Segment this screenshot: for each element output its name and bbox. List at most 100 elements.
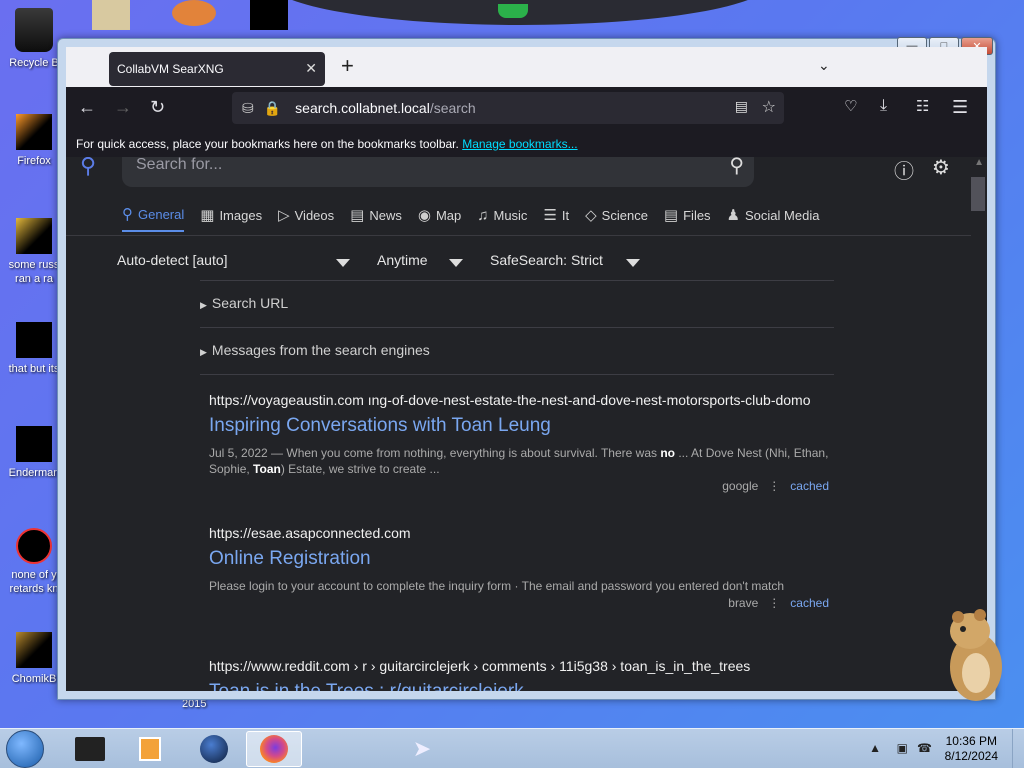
desktop-icon-top-1[interactable] [92, 0, 130, 30]
chevron-down-icon[interactable] [449, 259, 463, 267]
newspaper-icon: ▤ [350, 207, 365, 224]
cached-link[interactable]: cached [790, 596, 829, 610]
search-url-toggle[interactable]: ▶ Search URL [200, 295, 288, 311]
divider [200, 327, 834, 328]
search-input[interactable]: Search for... ⚲ [122, 157, 754, 187]
pocket-icon[interactable]: ♡ [844, 97, 857, 115]
taskbar-app-1[interactable] [62, 731, 118, 767]
reload-button[interactable]: ↻ [150, 97, 165, 118]
tab-music[interactable]: ♫ Music [477, 205, 527, 232]
start-button[interactable] [6, 730, 44, 768]
time-range-select[interactable]: Anytime [377, 252, 428, 268]
searxng-logo-icon[interactable]: ⚲ [80, 157, 96, 179]
result-url[interactable]: https://esae.asapconnected.com [209, 525, 829, 541]
tab-title: CollabVM SearXNG [117, 62, 224, 76]
terminal-icon [75, 737, 105, 761]
cached-link[interactable]: cached [790, 479, 829, 493]
result-snippet: Please login to your account to complete… [209, 579, 785, 593]
tab-files[interactable]: ▤ Files [664, 205, 711, 232]
firefox-icon [260, 735, 288, 763]
engine-name: brave [728, 596, 759, 610]
recycle-bin-icon [15, 8, 53, 52]
browser-window: — □ ✕ CollabVM SearXNG ✕ + ⌄ ← → ↻ ⛁ 🔒 s… [57, 37, 996, 700]
taskbar-media-player[interactable] [122, 731, 178, 767]
triangle-right-icon: ▶ [200, 300, 207, 310]
clock[interactable]: 10:36 PM 8/12/2024 [945, 734, 998, 764]
volume-icon[interactable]: ☎ [917, 741, 932, 755]
chevron-down-icon[interactable] [336, 259, 350, 267]
search-placeholder: Search for... [136, 157, 223, 173]
search-result: https://esae.asapconnected.com Online Re… [209, 525, 829, 610]
taskbar-app-3[interactable] [186, 731, 242, 767]
result-url[interactable]: https://www.reddit.com › r › guitarcircl… [209, 658, 829, 674]
bookmarks-hint: For quick access, place your bookmarks h… [76, 137, 459, 151]
taskbar-firefox[interactable] [246, 731, 302, 767]
category-tabs: ⚲ General ▦ Images ▷ Videos ▤ News ◉ Map ♫ Mus… [122, 205, 835, 232]
url-text: search.collabnet.local/search [295, 100, 476, 116]
result-snippet: Jul 5, 2022 — When you come from nothing… [209, 446, 829, 476]
tab-news[interactable]: ▤ News [350, 205, 402, 232]
shield-icon[interactable]: ⛁ [242, 100, 254, 117]
language-select[interactable]: Auto-detect [auto] [117, 252, 228, 268]
chevron-down-icon[interactable] [626, 259, 640, 267]
tab-social-media[interactable]: ♟ Social Media [727, 205, 820, 232]
scroll-up-icon[interactable]: ▲ [974, 157, 984, 168]
result-url[interactable]: https://voyageaustin.com ıng-of-dove-nes… [209, 392, 829, 408]
files-icon: ▤ [663, 207, 679, 224]
science-icon: ◇ [585, 207, 597, 224]
tab-close-icon[interactable]: ✕ [305, 60, 317, 77]
safesearch-select[interactable]: SafeSearch: Strict [490, 252, 603, 268]
search-icon[interactable]: ⚲ [729, 157, 744, 180]
reader-view-icon[interactable]: ▤ [735, 98, 748, 115]
tab-images[interactable]: ▦ Images [200, 205, 262, 232]
desktop-top-decoration [270, 0, 770, 25]
tab-it[interactable]: ☰ It [543, 205, 569, 232]
list-all-tabs-button[interactable]: ⌄ [818, 57, 830, 74]
layers-icon: ☰ [543, 207, 557, 224]
result-title[interactable]: Online Registration [209, 548, 829, 570]
desktop-icon-top-2[interactable] [172, 0, 216, 26]
show-desktop-button[interactable] [1012, 729, 1024, 768]
forward-button[interactable]: → [114, 97, 132, 118]
menu-icon[interactable]: ☰ [952, 97, 968, 118]
tab-videos[interactable]: ▷ Videos [278, 205, 334, 232]
result-engines: google ⋮ cached [722, 479, 829, 493]
extensions-icon[interactable]: ☷ [916, 97, 929, 115]
browser-tab[interactable]: CollabVM SearXNG ✕ [109, 52, 325, 86]
back-button[interactable]: ← [78, 97, 96, 118]
divider [200, 280, 834, 281]
search-page: ▲ ⚲ Search for... ⚲ ⓘ ⚙ ⚲ General ▦ Images… [66, 157, 987, 691]
file-icon [16, 218, 52, 254]
desktop-icon-top-3[interactable] [250, 0, 288, 30]
scroll-thumb[interactable] [971, 177, 985, 211]
category-divider [66, 235, 971, 236]
downloads-icon[interactable]: ⤓ [880, 97, 887, 115]
divider [200, 374, 834, 375]
manage-bookmarks-link[interactable]: Manage bookmarks... [462, 137, 577, 151]
info-icon[interactable]: ⓘ [894, 157, 914, 184]
gear-icon[interactable]: ⚙ [932, 157, 950, 180]
taskbar-app-5[interactable]: ➤ [394, 731, 450, 767]
result-title[interactable]: Toan is in the Trees : r/guitarcirclejer… [209, 681, 829, 691]
tab-strip: CollabVM SearXNG ✕ + ⌄ [66, 47, 987, 87]
insecure-lock-icon[interactable]: 🔒 [264, 100, 281, 117]
bookmark-star-icon[interactable]: ☆ [762, 97, 776, 117]
file-icon [16, 528, 52, 564]
tab-map[interactable]: ◉ Map [418, 205, 461, 232]
navigation-bar: ← → ↻ ⛁ 🔒 search.collabnet.local/search … [66, 87, 987, 131]
clock-date: 8/12/2024 [944, 749, 998, 763]
tab-general[interactable]: ⚲ General [122, 205, 185, 232]
result-title[interactable]: Inspiring Conversations with Toan Leung [209, 415, 829, 437]
search-icon: ⚲ [122, 206, 133, 223]
music-icon: ♫ [477, 206, 489, 224]
new-tab-button[interactable]: + [341, 53, 354, 79]
engine-messages-toggle[interactable]: ▶ Messages from the search engines [200, 342, 430, 358]
network-icon[interactable]: ▣ [897, 741, 908, 755]
search-result: https://www.reddit.com › r › guitarcircl… [209, 658, 829, 691]
file-icon [16, 322, 52, 358]
url-bar[interactable]: ⛁ 🔒 search.collabnet.local/search ▤ ☆ [232, 92, 784, 124]
show-hidden-icons[interactable]: ▲ [869, 741, 881, 755]
engine-name: google [722, 479, 759, 493]
result-engines: brave ⋮ cached [728, 596, 829, 610]
tab-science[interactable]: ◇ Science [585, 205, 648, 232]
